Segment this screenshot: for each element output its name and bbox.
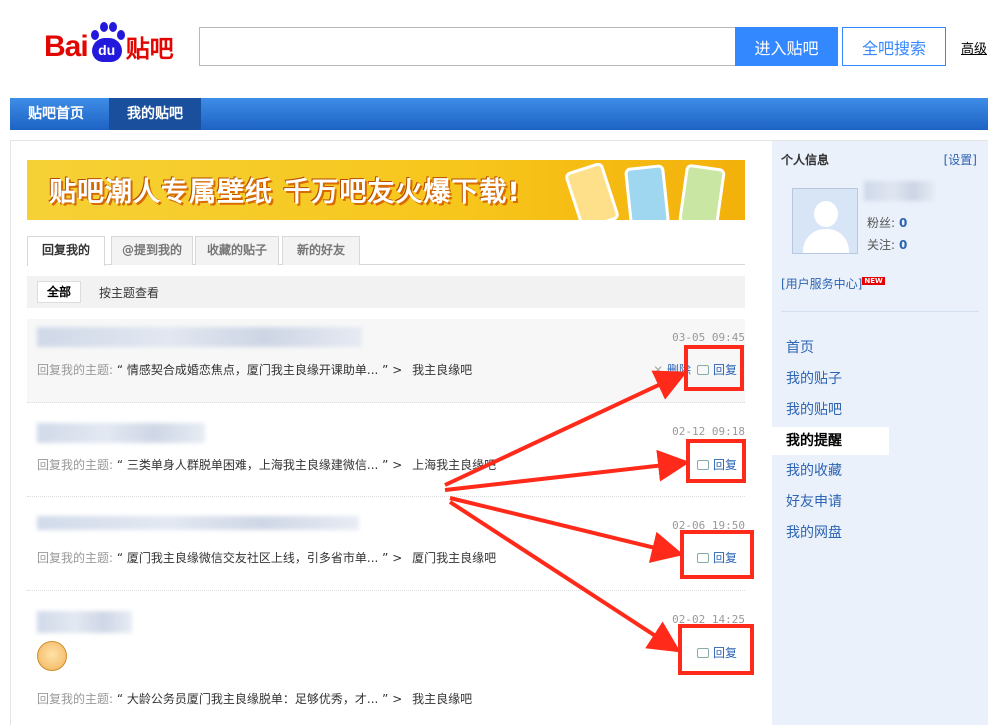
reply-button[interactable]: 回复 xyxy=(696,549,737,566)
nav-my-tieba[interactable]: 我的贴吧 xyxy=(109,98,201,130)
blurred-username xyxy=(37,327,362,347)
avatar[interactable] xyxy=(792,188,858,254)
fans-value: 0 xyxy=(899,216,908,230)
enter-tieba-button[interactable]: 进入贴吧 xyxy=(735,27,838,66)
sidebar-divider xyxy=(781,311,979,312)
reply-label: 回复 xyxy=(712,551,737,565)
reply-button[interactable]: 回复 xyxy=(696,361,737,378)
phone-graphic xyxy=(623,164,671,220)
banner-text: 贴吧潮人专属壁纸 千万吧友火爆下载! xyxy=(49,177,521,208)
reply-bar-link[interactable]: 上海我主良缘吧 xyxy=(412,458,496,472)
avatar-body xyxy=(803,229,849,253)
logo-bai-text: Bai xyxy=(44,30,89,63)
reply-time: 02-12 09:18 xyxy=(672,425,745,438)
reply-time: 02-06 19:50 xyxy=(672,519,745,532)
user-service-center-link[interactable]: [用户服务中心] NEW xyxy=(781,275,885,292)
sidebar-item-my-reminders[interactable]: 我的提醒 xyxy=(772,427,889,455)
sidebar-item-friend-requests[interactable]: 好友申请 xyxy=(772,488,889,516)
filter-bar: 全部 按主题查看 xyxy=(27,276,745,308)
blurred-username xyxy=(37,611,132,633)
fans-count[interactable]: 粉丝: 0 xyxy=(867,214,907,231)
sidebar-item-my-posts[interactable]: 我的贴子 xyxy=(772,365,889,393)
sidebar-item-my-favorites[interactable]: 我的收藏 xyxy=(772,457,889,485)
profile-title: 个人信息 xyxy=(781,153,830,167)
phone-graphic xyxy=(563,161,621,220)
sidebar-item-home[interactable]: 首页 xyxy=(772,334,889,362)
wallpaper-banner[interactable]: 贴吧潮人专属壁纸 千万吧友火爆下载! xyxy=(27,160,745,220)
reply-topic-line: 回复我的主题: “ 三类单身人群脱单困难，上海我主良缘建微信... ” > 上海… xyxy=(37,456,496,473)
reply-prefix: 回复我的主题: xyxy=(37,458,114,472)
reply-bar-link[interactable]: 我主良缘吧 xyxy=(412,363,472,377)
close-icon: ✕ xyxy=(653,363,667,377)
follow-label: 关注: xyxy=(867,238,896,252)
service-center-label: [用户服务中心] xyxy=(781,277,863,291)
reply-topic-link[interactable]: “ 三类单身人群脱单困难，上海我主良缘建微信... ” xyxy=(117,458,389,472)
reply-button[interactable]: 回复 xyxy=(696,644,737,661)
reply-bar-link[interactable]: 厦门我主良缘吧 xyxy=(412,551,496,565)
reply-prefix: 回复我的主题: xyxy=(37,551,114,565)
search-input[interactable] xyxy=(199,27,735,66)
reply-topic-link[interactable]: “ 大龄公务员厦门我主良缘脱单：足够优秀，才... ” xyxy=(117,692,389,706)
reply-topic-link[interactable]: “ 厦门我主良缘微信交友社区上线，引多省市单... ” xyxy=(117,551,389,565)
phone-graphic xyxy=(678,163,726,220)
smiley-emoticon-icon xyxy=(37,641,67,671)
new-badge: NEW xyxy=(862,277,885,285)
fans-label: 粉丝: xyxy=(867,216,896,230)
avatar-head xyxy=(814,201,838,227)
reply-arrow: > xyxy=(392,551,403,565)
baidu-tieba-logo[interactable]: Bai du 贴吧 xyxy=(44,14,174,64)
reply-prefix: 回复我的主题: xyxy=(37,363,114,377)
advanced-search-link[interactable]: 高级 xyxy=(961,38,987,57)
reply-topic-line: 回复我的主题: “ 厦门我主良缘微信交友社区上线，引多省市单... ” > 厦门… xyxy=(37,549,496,566)
list-item: 03-05 09:45 回复我的主题: “ 情感契合成婚恋焦点，厦门我主良缘开课… xyxy=(27,319,745,403)
list-item: 02-12 09:18 回复我的主题: “ 三类单身人群脱单困难，上海我主良缘建… xyxy=(27,403,745,497)
blurred-username xyxy=(37,423,205,443)
nav-tieba-home[interactable]: 贴吧首页 xyxy=(10,98,102,130)
filter-all[interactable]: 全部 xyxy=(37,281,82,303)
reply-time: 03-05 09:45 xyxy=(672,331,745,344)
reply-topic-line: 回复我的主题: “ 大龄公务员厦门我主良缘脱单：足够优秀，才... ” > 我主… xyxy=(37,690,472,707)
comment-icon xyxy=(696,365,709,375)
list-item: 02-06 19:50 回复我的主题: “ 厦门我主良缘微信交友社区上线，引多省… xyxy=(27,497,745,591)
follow-value: 0 xyxy=(899,238,908,252)
settings-link[interactable]: [设置] xyxy=(944,151,977,168)
reply-bar-link[interactable]: 我主良缘吧 xyxy=(412,692,472,706)
comment-icon xyxy=(696,460,709,470)
delete-button[interactable]: ✕ 删除 xyxy=(653,361,691,378)
reply-label: 回复 xyxy=(712,363,737,377)
reply-prefix: 回复我的主题: xyxy=(37,692,114,706)
reply-arrow: > xyxy=(392,363,403,377)
reply-arrow: > xyxy=(392,692,403,706)
list-item: 02-02 14:25 回复 回复我的主题: “ 大龄公务员厦门我主良缘脱单：足… xyxy=(27,591,745,725)
main-content: 贴吧潮人专属壁纸 千万吧友火爆下载! 回复我的 @提到我的 收藏的贴子 新的好友… xyxy=(10,140,988,725)
follow-count[interactable]: 关注: 0 xyxy=(867,236,907,253)
reply-topic-line: 回复我的主题: “ 情感契合成婚恋焦点，厦门我主良缘开课助单... ” > 我主… xyxy=(37,361,472,378)
sidebar-item-my-netdisk[interactable]: 我的网盘 xyxy=(772,519,889,547)
logo-tieba-text: 贴吧 xyxy=(125,35,174,63)
blurred-username xyxy=(37,516,359,530)
search-all-button[interactable]: 全吧搜索 xyxy=(842,27,946,66)
tab-new-friends[interactable]: 新的好友 xyxy=(282,236,360,265)
right-sidebar: 个人信息 [设置] 粉丝: 0 关注: 0 [用户服务中心] NEW 首页 我的贴子 … xyxy=(772,141,988,725)
paw-icon: du xyxy=(89,20,125,64)
message-tabs: 回复我的 @提到我的 收藏的贴子 新的好友 xyxy=(27,236,745,266)
sidebar-item-my-tieba[interactable]: 我的贴吧 xyxy=(772,396,889,424)
tab-favorited-posts[interactable]: 收藏的贴子 xyxy=(195,236,279,265)
comment-icon xyxy=(696,648,709,658)
delete-label: 删除 xyxy=(666,363,691,377)
top-nav: 贴吧首页 我的贴吧 xyxy=(10,98,988,130)
tab-replies-to-me[interactable]: 回复我的 xyxy=(27,236,105,266)
comment-icon xyxy=(696,553,709,563)
reply-arrow: > xyxy=(392,458,403,472)
reply-button[interactable]: 回复 xyxy=(696,456,737,473)
logo-du-text: du xyxy=(91,38,122,62)
filter-by-topic[interactable]: 按主题查看 xyxy=(99,284,159,301)
blurred-username[interactable] xyxy=(864,181,934,201)
reply-label: 回复 xyxy=(712,646,737,660)
tab-mentions[interactable]: @提到我的 xyxy=(111,236,193,265)
reply-time: 02-02 14:25 xyxy=(672,613,745,626)
reply-label: 回复 xyxy=(712,458,737,472)
reply-topic-link[interactable]: “ 情感契合成婚恋焦点，厦门我主良缘开课助单... ” xyxy=(117,363,389,377)
